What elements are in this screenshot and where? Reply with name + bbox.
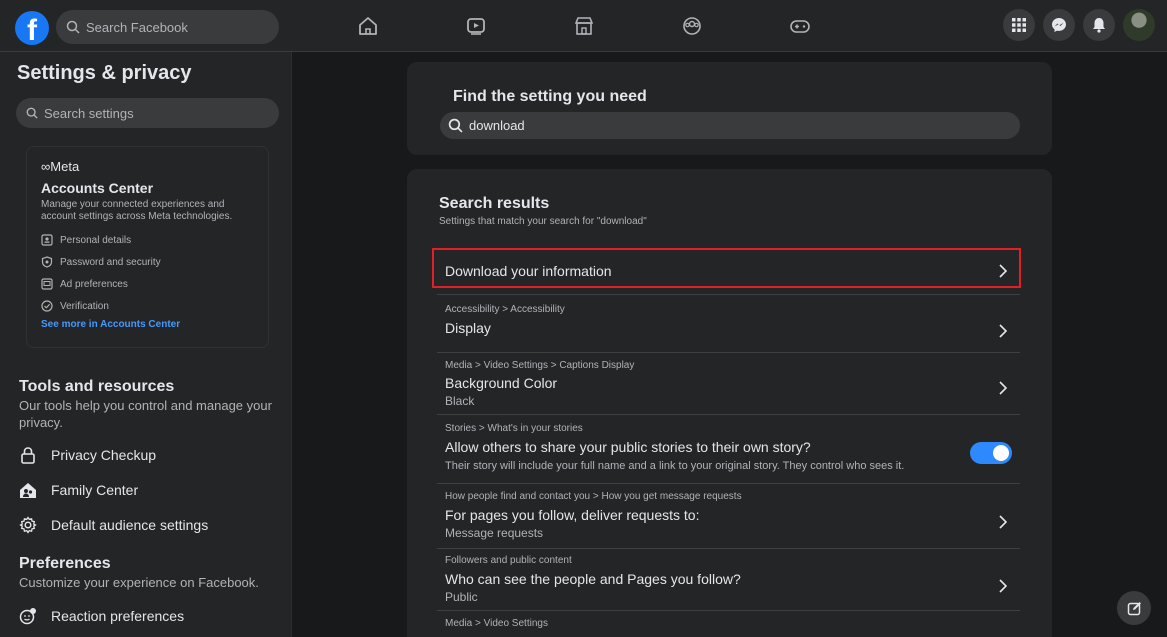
notifications-icon[interactable] xyxy=(1083,9,1115,41)
home-icon[interactable] xyxy=(340,0,396,52)
result-breadcrumb: How people find and contact you > How yo… xyxy=(445,491,742,502)
result-highlight-box xyxy=(432,248,1021,288)
result-breadcrumb: Stories > What's in your stories xyxy=(445,423,583,434)
result-background-color[interactable]: Media > Video Settings > Captions Displa… xyxy=(437,354,1020,415)
preferences-section: Preferences Customize your experience on… xyxy=(19,555,284,591)
ad-icon xyxy=(41,278,53,290)
facebook-search-input[interactable]: Search Facebook xyxy=(56,10,279,44)
video-icon[interactable] xyxy=(448,0,504,52)
see-more-accounts-center-link[interactable]: See more in Accounts Center xyxy=(41,319,254,330)
result-breadcrumb: Media > Video Settings xyxy=(445,618,548,629)
result-value: Black xyxy=(445,394,475,408)
preferences-description: Customize your experience on Facebook. xyxy=(19,575,259,590)
result-label: For pages you follow, deliver requests t… xyxy=(445,507,700,523)
marketplace-icon[interactable] xyxy=(556,0,612,52)
settings-search-placeholder: Search settings xyxy=(44,105,134,121)
result-breadcrumb: Followers and public content xyxy=(445,555,572,566)
result-breadcrumb: Media > Video Settings > Captions Displa… xyxy=(445,360,635,371)
search-icon xyxy=(448,118,463,133)
family-icon xyxy=(20,483,36,498)
result-value: Message requests xyxy=(445,526,544,540)
sidebar-item-privacy-checkup[interactable]: Privacy Checkup xyxy=(19,446,156,464)
gear-icon xyxy=(19,516,37,534)
avatar[interactable] xyxy=(1123,9,1155,41)
sidebar-item-default-audience[interactable]: Default audience settings xyxy=(19,516,208,534)
tools-description: Our tools help you control and manage yo… xyxy=(19,398,272,430)
top-navigation-bar: f Search Facebook xyxy=(0,0,1167,52)
search-results-subtitle: Settings that match your search for "dow… xyxy=(439,216,647,227)
result-description: Their story will include your full name … xyxy=(445,460,905,472)
search-icon xyxy=(66,20,80,34)
find-setting-card: Find the setting you need xyxy=(407,62,1052,155)
search-results-title: Search results xyxy=(439,195,550,212)
search-results-card: Search results Settings that match your … xyxy=(407,169,1052,637)
result-label: Background Color xyxy=(445,375,558,391)
meta-logo: ∞Meta xyxy=(41,159,80,174)
facebook-logo[interactable]: f xyxy=(15,11,49,45)
setting-search-input[interactable] xyxy=(469,118,969,133)
result-display[interactable]: Accessibility > Accessibility Display xyxy=(437,296,1020,353)
settings-search-input[interactable]: Search settings xyxy=(16,98,279,128)
result-label: Allow others to share your public storie… xyxy=(445,439,811,455)
setting-search-field[interactable] xyxy=(440,112,1020,139)
result-message-requests[interactable]: How people find and contact you > How yo… xyxy=(437,485,1020,549)
find-setting-title: Find the setting you need xyxy=(453,88,647,105)
shield-icon xyxy=(41,256,53,268)
result-breadcrumb: Accessibility > Accessibility xyxy=(445,304,565,315)
accounts-item-password-security[interactable]: Password and security xyxy=(41,251,254,273)
sidebar-item-reaction-preferences[interactable]: Reaction preferences xyxy=(19,607,184,625)
groups-icon[interactable] xyxy=(664,0,720,52)
accounts-center-title: Accounts Center xyxy=(41,180,154,196)
result-share-stories: Stories > What's in your stories Allow o… xyxy=(437,416,1020,484)
result-value: Public xyxy=(445,590,478,604)
chevron-right-icon xyxy=(999,515,1008,529)
chevron-right-icon xyxy=(999,324,1008,338)
gaming-icon[interactable] xyxy=(772,0,828,52)
result-label: Who can see the people and Pages you fol… xyxy=(445,571,741,587)
accounts-item-verification[interactable]: Verification xyxy=(41,295,254,317)
new-message-button[interactable] xyxy=(1117,591,1151,625)
result-followers-visibility[interactable]: Followers and public content Who can see… xyxy=(437,550,1020,611)
id-card-icon xyxy=(41,234,53,246)
check-circle-icon xyxy=(41,300,53,312)
tools-section: Tools and resources Our tools help you c… xyxy=(19,378,274,431)
settings-sidebar: Settings & privacy Search settings ∞Meta… xyxy=(0,52,292,637)
result-label: Display xyxy=(445,320,491,336)
accounts-item-personal-details[interactable]: Personal details xyxy=(41,229,254,251)
chevron-right-icon xyxy=(999,579,1008,593)
reaction-icon xyxy=(19,608,36,625)
menu-grid-icon[interactable] xyxy=(1003,9,1035,41)
sidebar-item-family-center[interactable]: Family Center xyxy=(19,481,138,499)
tools-heading: Tools and resources xyxy=(19,378,175,395)
result-video-settings[interactable]: Media > Video Settings xyxy=(437,612,1020,637)
compose-icon xyxy=(1127,601,1141,615)
accounts-item-ad-preferences[interactable]: Ad preferences xyxy=(41,273,254,295)
share-stories-toggle[interactable] xyxy=(970,442,1012,464)
accounts-center-description: Manage your connected experiences and ac… xyxy=(41,199,233,222)
messenger-icon[interactable] xyxy=(1043,9,1075,41)
preferences-heading: Preferences xyxy=(19,555,111,572)
search-placeholder: Search Facebook xyxy=(86,19,188,35)
accounts-center-card[interactable]: ∞Meta Accounts Center Manage your connec… xyxy=(26,146,269,348)
search-icon xyxy=(26,107,38,119)
lock-icon xyxy=(21,447,35,464)
page-title: Settings & privacy xyxy=(17,62,192,84)
chevron-right-icon xyxy=(999,381,1008,395)
